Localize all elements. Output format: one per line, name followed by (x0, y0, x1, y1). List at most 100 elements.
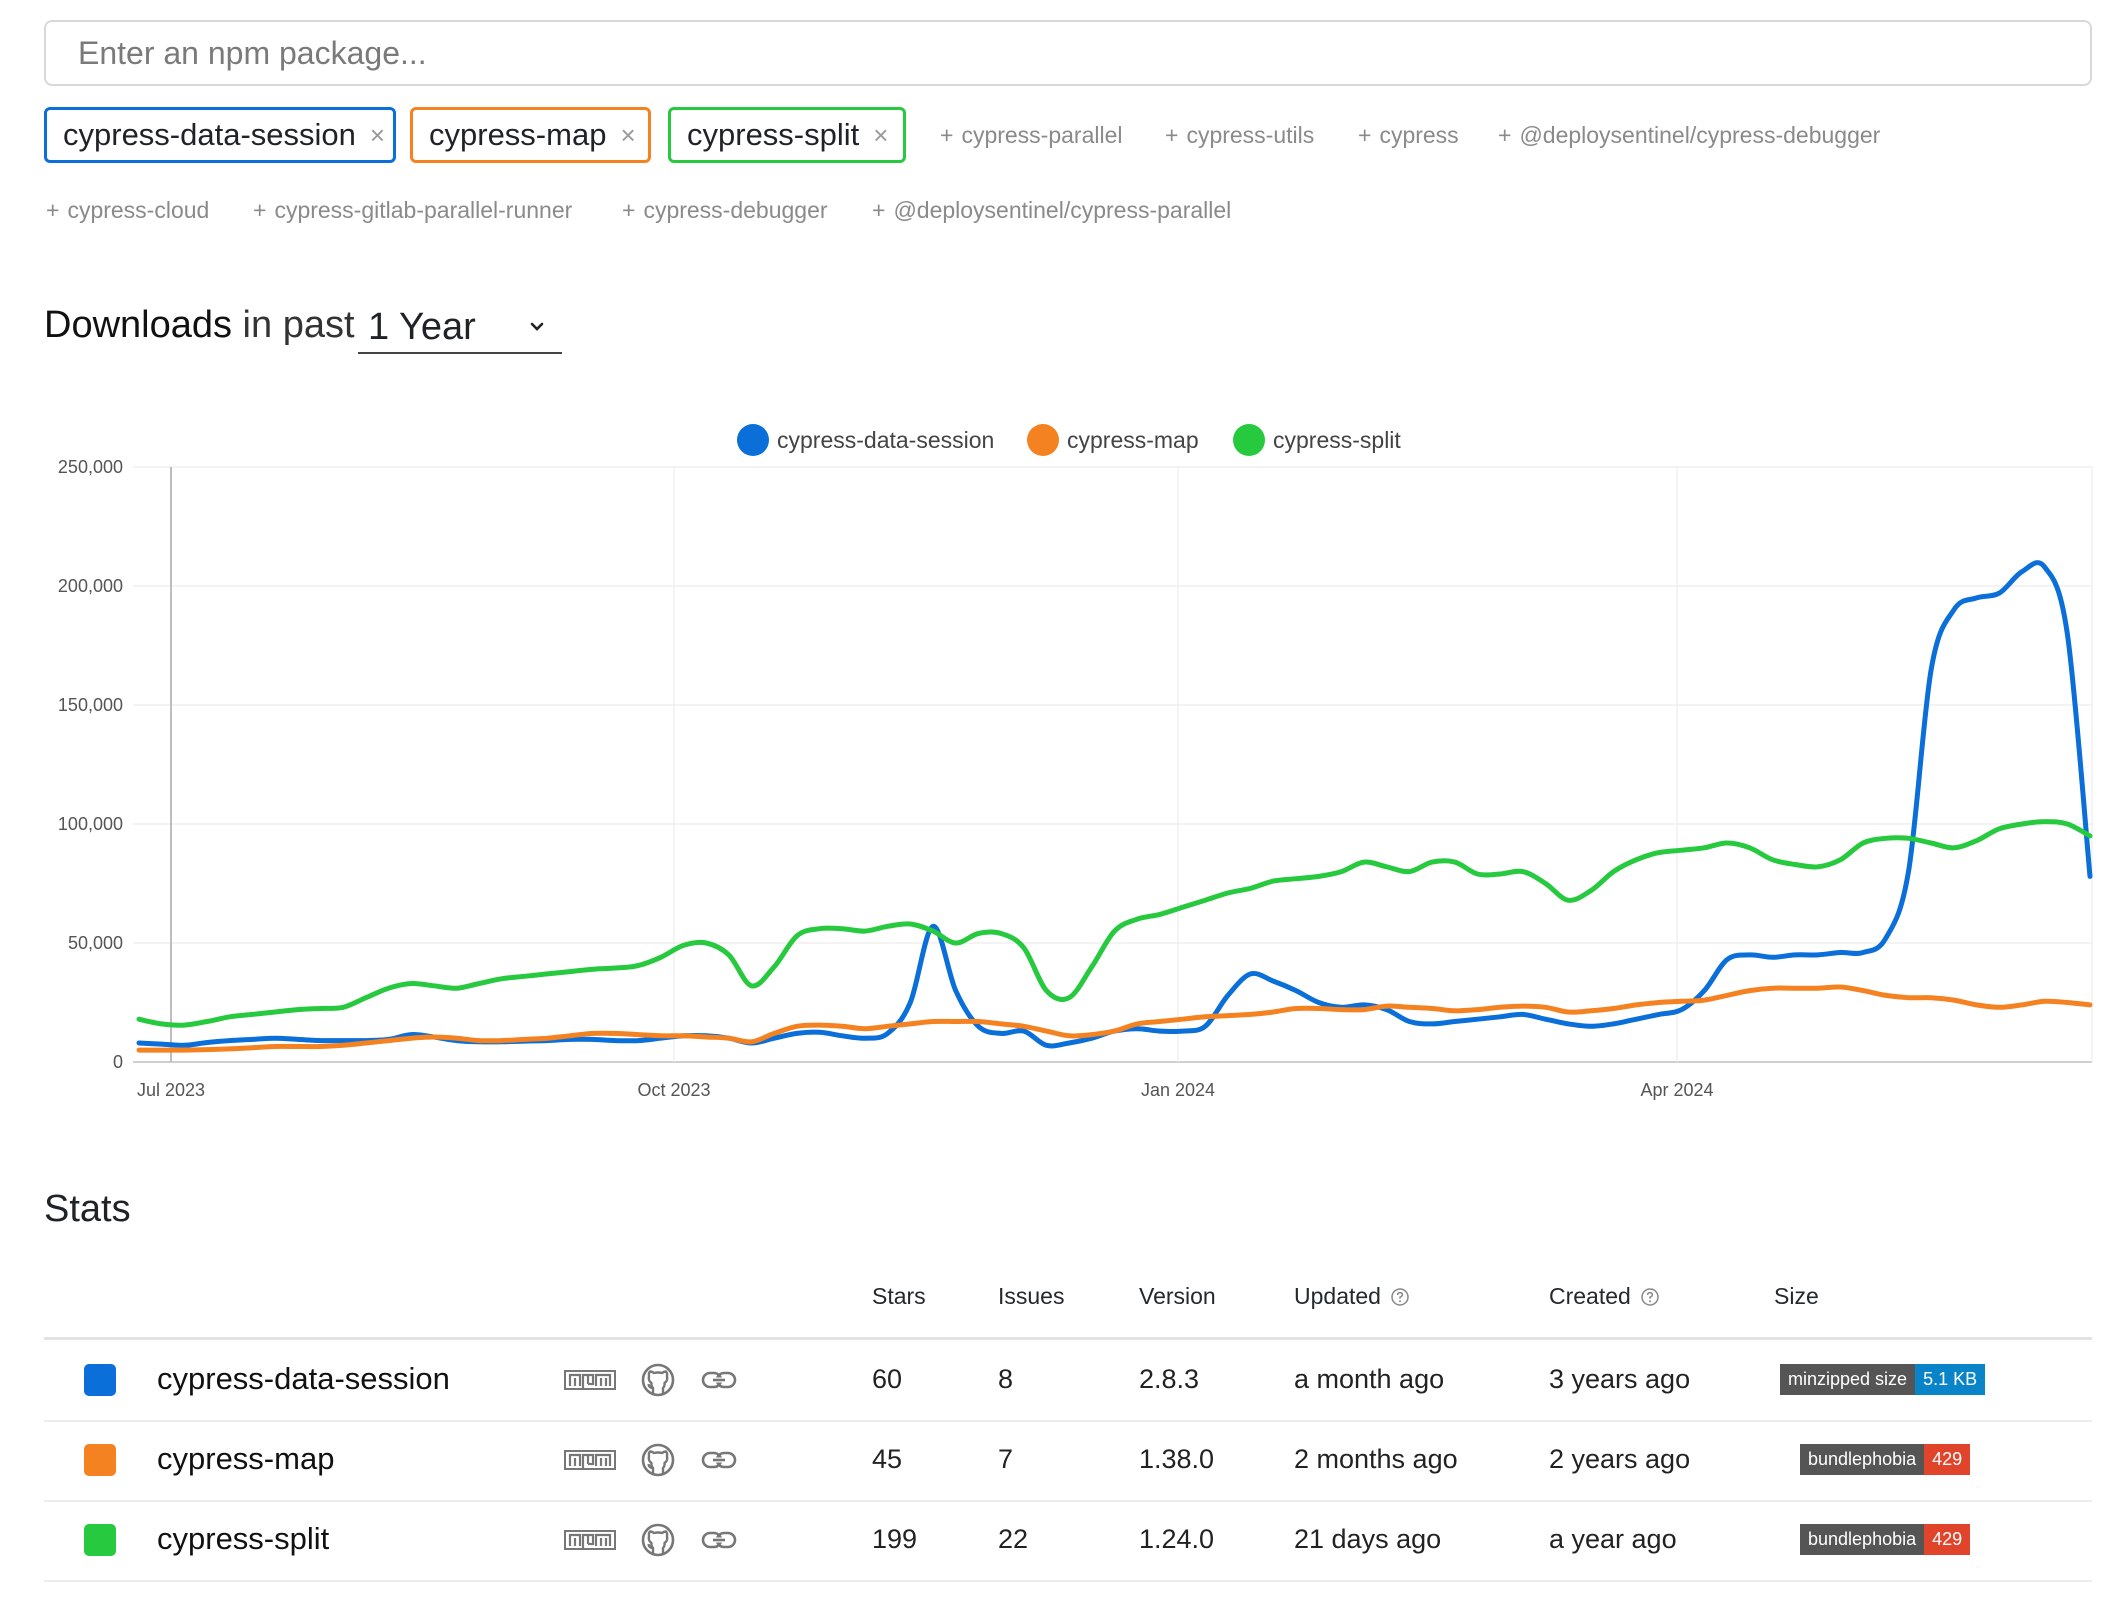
plus-icon: + (1165, 122, 1179, 148)
series-line-cypress-data-session (136, 560, 2093, 1049)
suggestion-link[interactable]: + cypress (1358, 122, 1459, 149)
legend-label: cypress-map (1067, 427, 1199, 453)
npm-icon[interactable] (564, 1530, 616, 1555)
remove-package-icon[interactable]: × (606, 120, 635, 151)
size-badge[interactable]: bundlephobia 429 (1800, 1524, 1971, 1555)
plus-icon: + (46, 197, 60, 223)
issues-value: 22 (998, 1524, 1029, 1554)
chip-label: cypress-split (687, 117, 860, 152)
column-header-version: Version (1139, 1283, 1216, 1309)
stars-value: 60 (872, 1364, 903, 1394)
plus-icon: + (872, 197, 886, 223)
link-icon[interactable] (701, 1369, 737, 1396)
updated-value: a month ago (1294, 1364, 1445, 1394)
created-value: 3 years ago (1549, 1364, 1691, 1394)
y-tick-label: 250,000 (58, 457, 123, 477)
package-search-input[interactable] (46, 22, 2090, 84)
link-icon[interactable] (701, 1529, 737, 1556)
npm-icon[interactable] (564, 1370, 616, 1395)
table-row-divider (44, 1580, 2092, 1582)
github-icon[interactable] (641, 1363, 675, 1402)
package-name: cypress-data-session (157, 1361, 450, 1396)
x-tick-label: Jan 2024 (1141, 1080, 1215, 1100)
badge-label: minzipped size (1780, 1364, 1916, 1395)
x-tick-label: Jul 2023 (137, 1080, 205, 1100)
version-value: 1.24.0 (1139, 1524, 1215, 1554)
suggestion-link[interactable]: + cypress-debugger (622, 197, 828, 224)
selected-package-chip[interactable]: cypress-map × (410, 107, 651, 163)
selected-package-chip[interactable]: cypress-data-session × (44, 107, 396, 163)
y-tick-label: 100,000 (58, 814, 123, 834)
package-color-swatch (84, 1364, 116, 1396)
badge-value: 429 (1924, 1524, 1971, 1555)
y-tick-label: 200,000 (58, 576, 123, 596)
period-select[interactable]: 1 Year (358, 302, 562, 354)
plus-icon: + (1358, 122, 1372, 148)
plus-icon: + (1498, 122, 1512, 148)
npm-icon[interactable] (564, 1450, 616, 1475)
table-header-divider (44, 1337, 2092, 1340)
badge-label: bundlephobia (1800, 1524, 1925, 1555)
plus-icon: + (622, 197, 636, 223)
x-tick-label: Oct 2023 (637, 1080, 710, 1100)
stars-value: 45 (872, 1444, 903, 1474)
y-tick-label: 0 (113, 1052, 123, 1072)
column-header-stars: Stars (872, 1283, 926, 1309)
column-header-size: Size (1774, 1283, 1819, 1309)
stars-value: 199 (872, 1524, 918, 1554)
link-icon[interactable] (701, 1449, 737, 1476)
column-header-updated: Updated (1294, 1283, 1409, 1310)
plus-icon: + (940, 122, 954, 148)
size-badge[interactable]: bundlephobia 429 (1800, 1444, 1971, 1475)
suggestion-link[interactable]: + cypress-parallel (940, 122, 1123, 149)
package-name: cypress-split (157, 1521, 330, 1556)
badge-value: 5.1 KB (1915, 1364, 1986, 1395)
package-name: cypress-map (157, 1441, 335, 1476)
suggestion-link[interactable]: + cypress-cloud (46, 197, 209, 224)
legend-marker (737, 424, 769, 456)
remove-package-icon[interactable]: × (356, 120, 385, 151)
created-value: a year ago (1549, 1524, 1677, 1554)
y-tick-label: 150,000 (58, 695, 123, 715)
help-icon[interactable] (1391, 1287, 1409, 1306)
updated-value: 2 months ago (1294, 1444, 1458, 1474)
downloads-heading: Downloads in past (44, 304, 355, 346)
selected-package-chip[interactable]: cypress-split × (668, 107, 906, 163)
legend-label: cypress-data-session (777, 427, 994, 453)
column-header-created: Created (1549, 1283, 1659, 1310)
package-search-box[interactable] (44, 20, 2092, 86)
badge-label: bundlephobia (1800, 1444, 1925, 1475)
chevron-down-icon (530, 322, 544, 331)
issues-value: 8 (998, 1364, 1014, 1394)
period-value: 1 Year (368, 305, 476, 348)
github-icon[interactable] (641, 1523, 675, 1562)
version-value: 2.8.3 (1139, 1364, 1200, 1394)
series-line-cypress-map (136, 984, 2093, 1053)
legend-marker (1233, 424, 1265, 456)
table-row-divider (44, 1420, 2092, 1422)
table-row-divider (44, 1500, 2092, 1502)
package-color-swatch (84, 1524, 116, 1556)
created-value: 2 years ago (1549, 1444, 1691, 1474)
suggestion-link[interactable]: + @deploysentinel/cypress-debugger (1498, 122, 1880, 149)
downloads-chart: 0 50,000 100,000 150,000 200,000 250,000 Jul 2… (58, 424, 2093, 1100)
remove-package-icon[interactable]: × (859, 120, 888, 151)
help-icon[interactable] (1641, 1287, 1659, 1306)
suggestion-link[interactable]: + cypress-utils (1165, 122, 1314, 149)
column-header-issues: Issues (998, 1283, 1065, 1309)
legend-label: cypress-split (1273, 427, 1401, 453)
issues-value: 7 (998, 1444, 1014, 1474)
chip-label: cypress-map (429, 117, 607, 152)
size-badge[interactable]: minzipped size 5.1 KB (1780, 1364, 1986, 1395)
version-value: 1.38.0 (1139, 1444, 1215, 1474)
github-icon[interactable] (641, 1443, 675, 1482)
stats-heading: Stats (44, 1188, 131, 1230)
suggestion-link[interactable]: + cypress-gitlab-parallel-runner (253, 197, 572, 224)
badge-value: 429 (1924, 1444, 1971, 1475)
updated-value: 21 days ago (1294, 1524, 1442, 1554)
suggestion-link[interactable]: + @deploysentinel/cypress-parallel (872, 197, 1231, 224)
x-tick-label: Apr 2024 (1640, 1080, 1713, 1100)
chip-label: cypress-data-session (63, 117, 356, 152)
series-line-cypress-split (136, 819, 2093, 1028)
package-color-swatch (84, 1444, 116, 1476)
